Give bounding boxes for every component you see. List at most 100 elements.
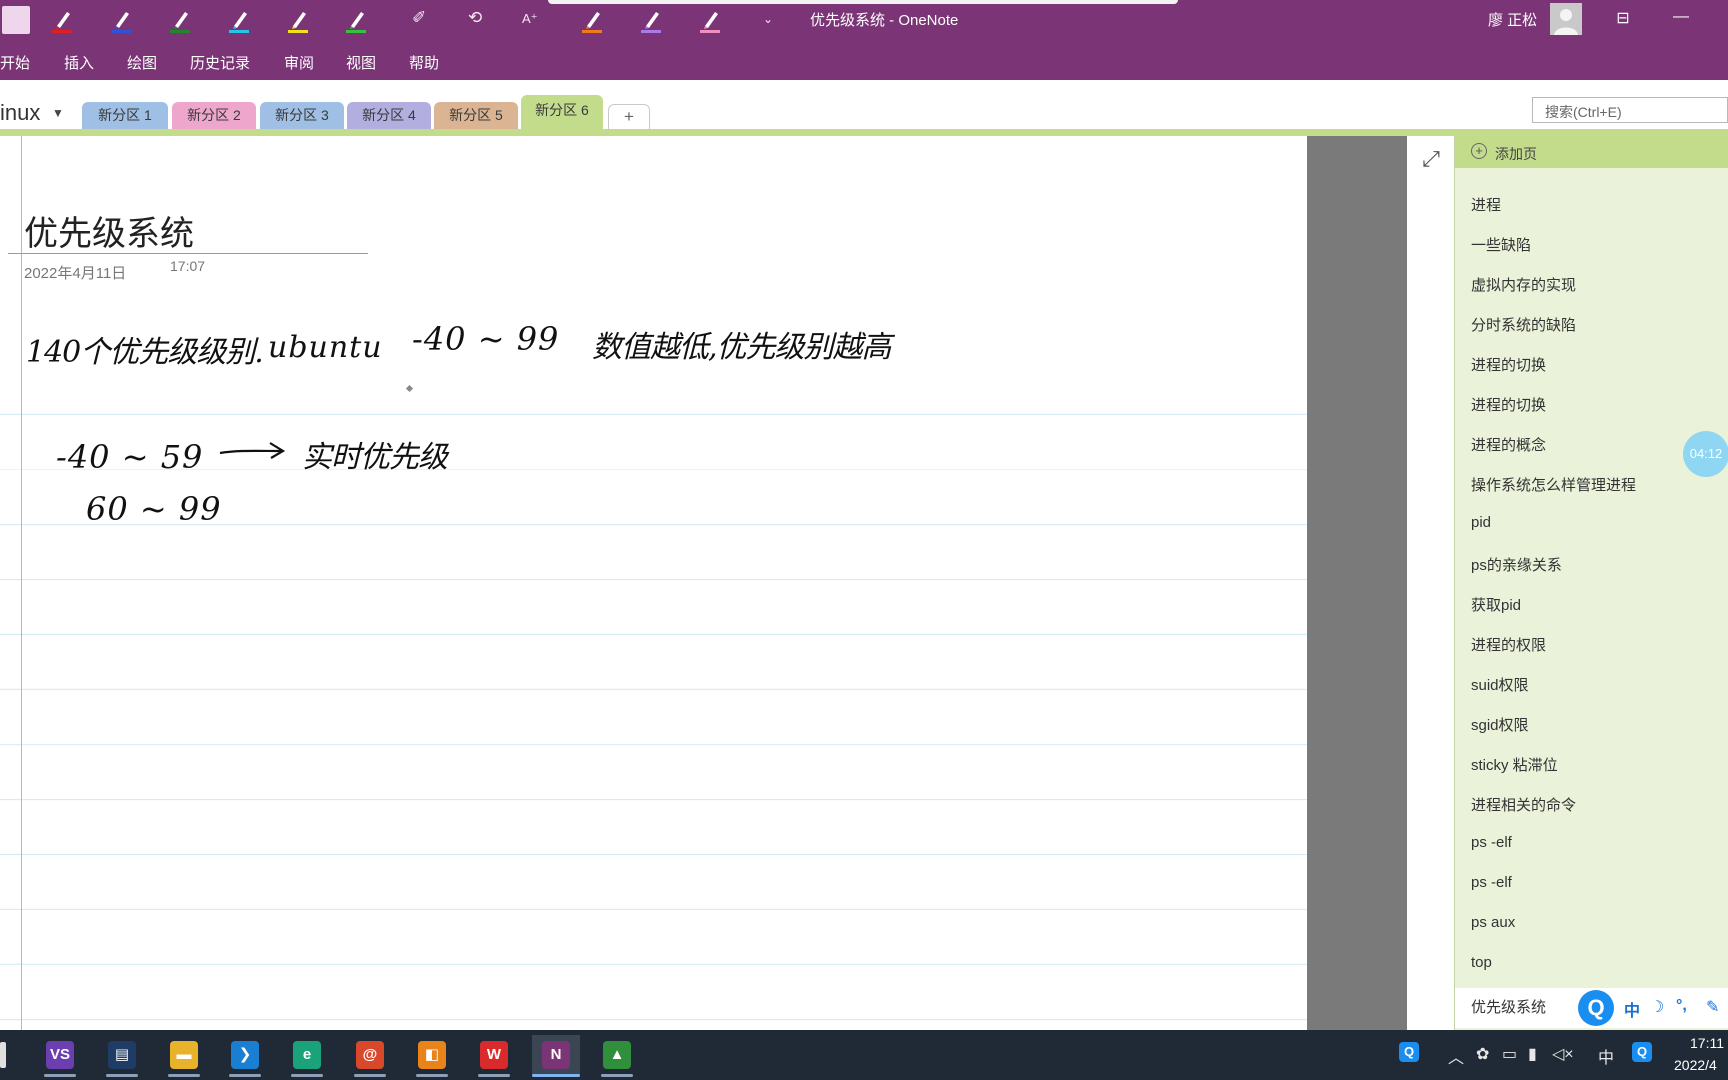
panel-gap	[1408, 184, 1454, 1030]
recording-timer[interactable]: 04:12	[1683, 431, 1728, 477]
ink-arrow-icon[interactable]	[218, 440, 286, 462]
page-item[interactable]: ps -elf	[1471, 874, 1512, 891]
ime-mode[interactable]: 中	[1624, 997, 1640, 1021]
tab-insert[interactable]: 插入	[64, 52, 94, 73]
page-item[interactable]: 进程的概念	[1471, 434, 1546, 455]
input-language[interactable]: 中	[1598, 1044, 1614, 1068]
file-manager-app[interactable]: ▤	[98, 1035, 146, 1077]
title-search-sliver	[548, 0, 1178, 4]
tray-chevron-icon[interactable]: ︿	[1448, 1044, 1464, 1068]
battery-icon[interactable]: ▮	[1528, 1044, 1537, 1064]
tab-draw[interactable]: 绘图	[127, 52, 157, 73]
running-indicator	[478, 1074, 510, 1077]
edge-app[interactable]: e	[283, 1035, 331, 1077]
ink-lower-higher[interactable]: 数值越低,优先级别越高	[592, 322, 892, 366]
pen-lime-icon[interactable]	[342, 6, 370, 34]
expand-icon[interactable]: ⤢	[1408, 136, 1454, 184]
lasso-select-icon[interactable]: ⟲	[468, 8, 482, 28]
page-item[interactable]: top	[1471, 954, 1492, 971]
tab-home[interactable]: 开始	[0, 52, 30, 73]
page-item[interactable]: 分时系统的缺陷	[1471, 314, 1576, 335]
orange-app[interactable]: ◧	[408, 1035, 456, 1077]
page-item[interactable]: 进程相关的命令	[1471, 794, 1576, 815]
network-icon[interactable]: ▭	[1502, 1044, 1517, 1064]
pen-blue-icon[interactable]	[107, 6, 135, 34]
ink-priority-levels[interactable]: 140个优先级级别.	[26, 327, 264, 371]
tray-q-icon[interactable]: Q	[1399, 1042, 1419, 1062]
page-item[interactable]: ps aux	[1471, 914, 1515, 931]
section-tab-3[interactable]: 新分区 3	[260, 102, 344, 129]
section-tab-2[interactable]: 新分区 2	[172, 102, 256, 129]
more-pens-chevron-icon[interactable]: ⌄	[763, 12, 773, 26]
running-indicator	[291, 1074, 323, 1077]
highlighter-orange-icon[interactable]	[578, 6, 606, 34]
search-input[interactable]: 搜索(Ctrl+E)	[1532, 97, 1728, 123]
clock-date[interactable]: 2022/4	[1674, 1057, 1717, 1073]
pen-light-pink-icon[interactable]	[2, 6, 30, 34]
notebook-dropdown-icon[interactable]: ▼	[52, 106, 64, 120]
notebook-name[interactable]: inux	[0, 100, 40, 126]
ime-moon-icon[interactable]: ☽	[1650, 997, 1664, 1017]
ink-ubuntu[interactable]: ubuntu	[268, 330, 383, 365]
add-page-button[interactable]: + 添加页	[1455, 136, 1728, 168]
tab-help[interactable]: 帮助	[409, 52, 439, 73]
visual-studio-app[interactable]: VS	[36, 1035, 84, 1077]
onenote-app[interactable]: N	[532, 1035, 580, 1077]
paint-app-icon: ▲	[603, 1041, 631, 1069]
tray-app-icon[interactable]: ✿	[1476, 1044, 1489, 1064]
highlighter-purple-icon[interactable]	[637, 6, 665, 34]
eraser-icon[interactable]: ✐	[412, 8, 426, 28]
page-item[interactable]: 进程的权限	[1471, 634, 1546, 655]
wps-app[interactable]: W	[470, 1035, 518, 1077]
page-item[interactable]: 进程的切换	[1471, 354, 1546, 375]
section-tab-5[interactable]: 新分区 5	[434, 102, 518, 129]
ink-realtime-priority[interactable]: 实时优先级	[302, 432, 448, 476]
ink-to-text-icon[interactable]: A⁺	[522, 11, 538, 27]
page-item[interactable]: pid	[1471, 514, 1491, 531]
tab-history[interactable]: 历史记录	[190, 52, 250, 73]
user-name[interactable]: 廖 正松	[1488, 9, 1537, 30]
pen-green-icon[interactable]	[166, 6, 194, 34]
volume-icon[interactable]: ◁×	[1552, 1044, 1574, 1064]
start-button-edge[interactable]	[0, 1042, 6, 1068]
clock-time[interactable]: 17:11	[1690, 1035, 1724, 1051]
ink-range-normal[interactable]: 60 ~ 99	[86, 490, 222, 528]
ink-range-realtime[interactable]: -40 ~ 59	[56, 438, 203, 476]
restore-ribbon-button[interactable]: ⊟	[1608, 8, 1638, 28]
avatar[interactable]	[1550, 3, 1582, 35]
add-section-button[interactable]: +	[608, 104, 650, 129]
page-item[interactable]: ps的亲缘关系	[1471, 554, 1562, 575]
page-title[interactable]: 优先级系统	[24, 206, 194, 255]
section-tab-6[interactable]: 新分区 6	[521, 95, 603, 129]
page-item[interactable]: 虚拟内存的实现	[1471, 274, 1576, 295]
pen-yellow-icon[interactable]	[284, 6, 312, 34]
tab-view[interactable]: 视图	[346, 52, 376, 73]
page-item[interactable]: sticky 粘滞位	[1471, 754, 1558, 775]
snail-app[interactable]: @	[346, 1035, 394, 1077]
pen-cyan-icon[interactable]	[225, 6, 253, 34]
page-item[interactable]: 进程	[1471, 194, 1501, 215]
section-tab-1[interactable]: 新分区 1	[82, 102, 168, 129]
file-explorer-app[interactable]: ▬	[160, 1035, 208, 1077]
vscode-app-icon: ❯	[231, 1041, 259, 1069]
highlighter-pink-icon[interactable]	[696, 6, 724, 34]
page-item[interactable]: suid权限	[1471, 674, 1529, 695]
ime-punct-icon[interactable]: °,	[1676, 997, 1687, 1015]
page-item[interactable]: sgid权限	[1471, 714, 1529, 735]
page-item[interactable]: 一些缺陷	[1471, 234, 1531, 255]
paint-app[interactable]: ▲	[593, 1035, 641, 1077]
page-item[interactable]: 获取pid	[1471, 594, 1521, 615]
vscode-app[interactable]: ❯	[221, 1035, 269, 1077]
tray-qq-icon[interactable]: Q	[1632, 1042, 1652, 1062]
pen-red-icon[interactable]	[48, 6, 76, 34]
ime-settings-icon[interactable]: ✎	[1706, 997, 1719, 1017]
ime-logo-icon[interactable]: Q	[1578, 990, 1614, 1026]
ink-range-full[interactable]: -40 ~ 99	[412, 320, 559, 358]
ribbon-tabs: 开始 插入 绘图 历史记录 审阅 视图 帮助	[0, 40, 1728, 80]
tab-review[interactable]: 审阅	[284, 52, 314, 73]
page-item[interactable]: ps -elf	[1471, 834, 1512, 851]
page-item[interactable]: 进程的切换	[1471, 394, 1546, 415]
page-item[interactable]: 操作系统怎么样管理进程	[1471, 474, 1636, 495]
minimize-button[interactable]: —	[1666, 8, 1696, 26]
section-tab-4[interactable]: 新分区 4	[347, 102, 431, 129]
